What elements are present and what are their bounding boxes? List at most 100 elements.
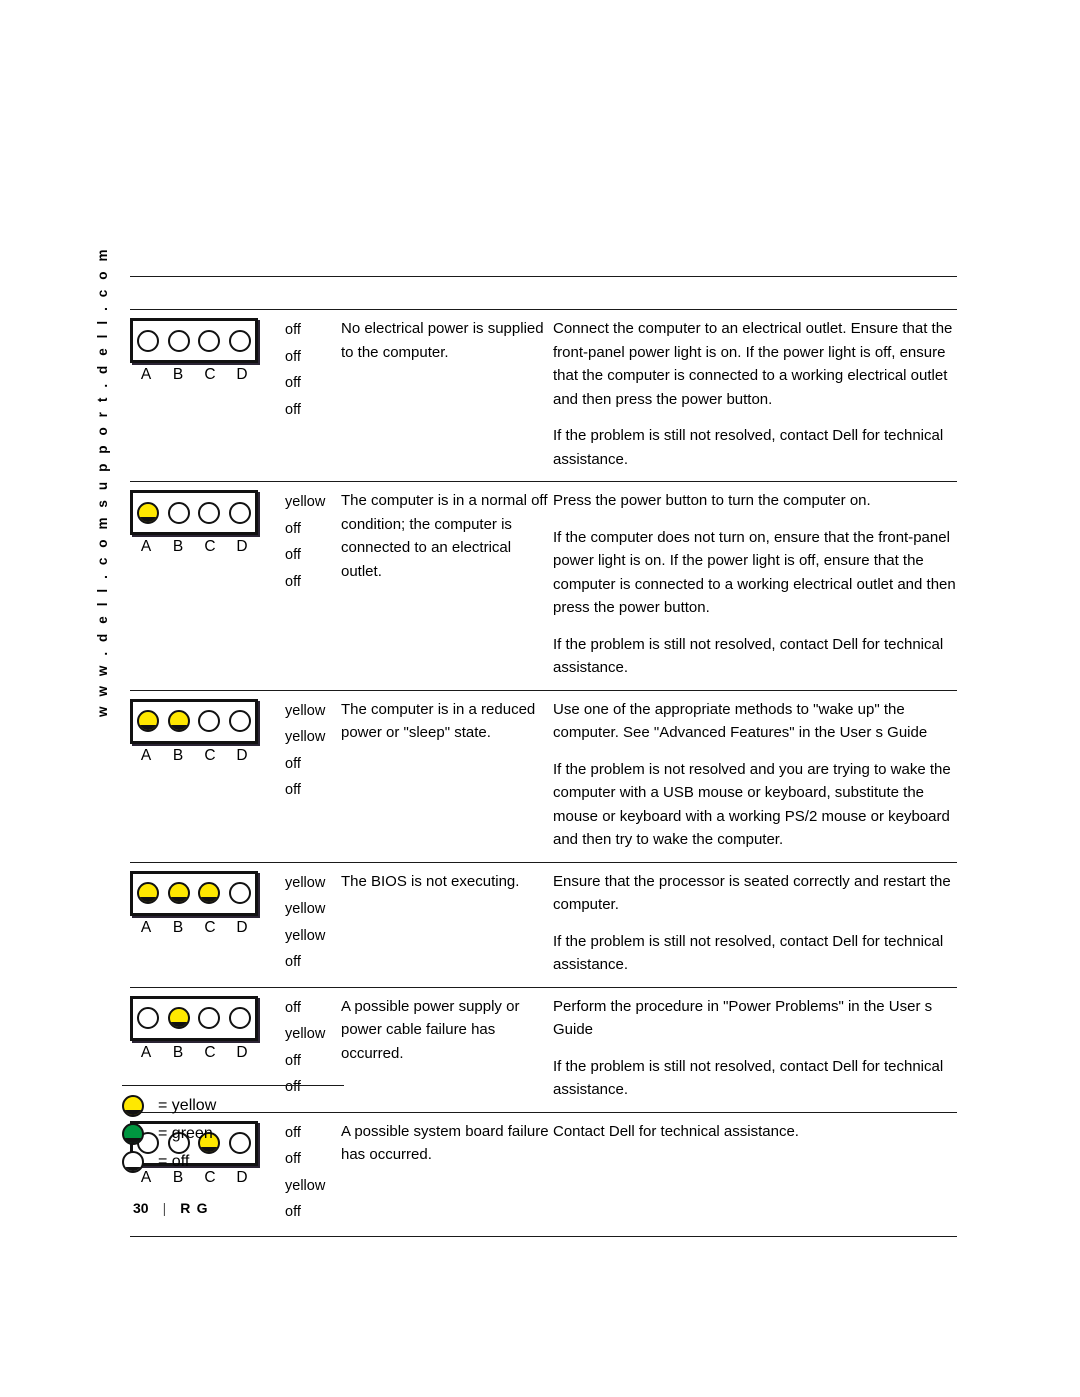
resolution-paragraph: If the problem is still not resolved, co… <box>553 1057 944 1099</box>
resolution-paragraph: If the problem is still not resolved, co… <box>553 635 944 677</box>
led-label-a: A <box>140 1043 152 1061</box>
led-label-c: C <box>204 538 216 555</box>
led-d-off <box>228 329 251 352</box>
light-state-value: yellow <box>285 1177 326 1194</box>
cell-light-states: off off off off <box>285 310 341 423</box>
legend-item: = yellow <box>122 1092 344 1120</box>
led-a-off <box>137 1007 160 1029</box>
resolution-paragraph: Perform the procedure in "Power Problems… <box>553 997 933 1039</box>
problem-description-text: The computer is in a reduced power or "s… <box>341 700 536 742</box>
led-d-off <box>228 1007 251 1029</box>
led-label-row: A B C D <box>130 916 258 937</box>
led-c-off <box>198 710 221 732</box>
cell-light-states: yellow yellow yellow off <box>285 863 341 976</box>
light-state-value: off <box>285 520 301 537</box>
led-b-off <box>167 501 190 524</box>
led-c-off <box>198 329 221 352</box>
led-c-yellow <box>198 882 221 904</box>
led-panel <box>130 995 258 1041</box>
led-label-a: A <box>140 366 152 383</box>
led-a-yellow <box>137 710 160 732</box>
led-label-d: D <box>236 746 248 764</box>
cell-problem-description: No electrical power is supplied to the c… <box>341 310 553 364</box>
problem-description-text: The BIOS is not executing. <box>341 872 520 890</box>
led-label-row: A B C D <box>130 1041 258 1062</box>
row-divider-rule <box>130 1235 957 1237</box>
light-state-value: off <box>285 782 301 798</box>
light-state-value: off <box>285 573 301 590</box>
legend-label: = off <box>158 1153 190 1170</box>
cell-suggested-resolution: Perform the procedure in "Power Problems… <box>553 988 957 1102</box>
led-d-off <box>228 501 251 524</box>
legend-label: = green <box>158 1125 213 1142</box>
cell-light-pattern: A B C D <box>130 863 285 937</box>
legend-item: = green <box>122 1120 344 1148</box>
led-label-row: A B C D <box>130 744 258 765</box>
led-label-d: D <box>236 918 248 936</box>
cell-light-pattern: A B C D <box>130 482 285 556</box>
led-d-off <box>228 882 251 904</box>
problem-description-text: The computer is in a normal off conditio… <box>341 492 548 580</box>
led-panel-graphic: A B C D <box>130 995 285 1062</box>
led-b-yellow <box>167 882 190 904</box>
led-label-d: D <box>236 366 248 383</box>
resolution-paragraph: Use one of the appropriate methods to "w… <box>553 700 928 742</box>
problem-description-text: A possible system board failure has occu… <box>341 1122 549 1164</box>
light-state-value: off <box>285 999 301 1016</box>
cell-problem-description: A possible system board failure has occu… <box>341 1113 553 1167</box>
light-state-value: off <box>285 322 301 338</box>
led-label-d: D <box>236 1043 248 1061</box>
problem-description-text: A possible power supply or power cable f… <box>341 997 520 1062</box>
cell-light-states: yellow yellow off off <box>285 691 341 804</box>
light-state-value: yellow <box>285 1026 326 1042</box>
led-c-off <box>198 501 221 524</box>
footer-book-title: R G <box>180 1200 209 1216</box>
led-panel <box>130 870 258 916</box>
led-label-c: C <box>204 366 216 383</box>
cell-problem-description: The computer is in a normal off conditio… <box>341 482 553 583</box>
light-state-value: yellow <box>285 494 326 510</box>
problem-description-text: No electrical power is supplied to the c… <box>341 320 544 361</box>
led-b-off <box>167 329 190 352</box>
cell-light-states: yellow off off off <box>285 482 341 595</box>
light-state-value: off <box>285 348 301 365</box>
cell-problem-description: The BIOS is not executing. <box>341 863 553 894</box>
led-label-b: B <box>172 538 184 555</box>
led-c-off <box>198 1007 221 1029</box>
light-state-value: off <box>285 547 301 563</box>
resolution-paragraph: If the computer does not turn on, ensure… <box>553 528 956 617</box>
led-a-yellow <box>137 882 160 904</box>
led-panel-graphic: A B C D <box>130 698 285 765</box>
legend: = yellow = green = off <box>122 1085 344 1176</box>
led-panel <box>130 698 258 744</box>
light-state-value: yellow <box>285 702 326 719</box>
led-label-row: A B C D <box>130 363 258 384</box>
led-panel <box>130 490 258 535</box>
cell-light-pattern: A B C D <box>130 310 285 384</box>
legend-swatch-off-icon <box>122 1151 144 1173</box>
light-state-value: off <box>285 375 301 391</box>
led-label-a: A <box>140 746 152 764</box>
led-label-c: C <box>204 918 216 936</box>
light-state-value: yellow <box>285 729 326 745</box>
table-row: A B C Doff off off off No electrical power is s… <box>130 310 957 481</box>
led-b-yellow <box>167 710 190 732</box>
resolution-paragraph: Contact Dell for technical assistance. <box>553 1122 799 1140</box>
light-state-value: yellow <box>285 901 326 917</box>
legend-top-rule <box>122 1085 344 1086</box>
led-panel-graphic: A B C D <box>130 490 285 556</box>
led-label-d: D <box>236 538 248 555</box>
table-row: A B C Dyellow yellow yellow off The BIOS is not… <box>130 863 957 987</box>
legend-label: = yellow <box>158 1097 217 1114</box>
led-panel-graphic: A B C D <box>130 870 285 937</box>
legend-swatch-green-icon <box>122 1123 144 1145</box>
cell-light-states: off yellow off off <box>285 988 341 1101</box>
resolution-paragraph: Press the power button to turn the compu… <box>553 492 871 509</box>
table-row: A B C Dyellow yellow off off The computer is in… <box>130 691 957 862</box>
led-label-c: C <box>204 746 216 764</box>
table-row: A B C Dyellow off off off The computer is in a … <box>130 482 957 690</box>
resolution-paragraph: If the problem is still not resolved, co… <box>553 427 944 468</box>
led-label-b: B <box>172 746 184 764</box>
page-number: 30 <box>133 1200 149 1216</box>
light-state-value: off <box>285 755 301 772</box>
